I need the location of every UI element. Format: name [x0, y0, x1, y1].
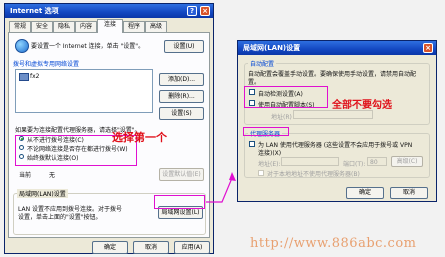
- port-value: 80: [370, 159, 378, 166]
- ok-button[interactable]: 确定: [92, 241, 128, 254]
- settings-button[interactable]: 设置(S): [159, 107, 204, 120]
- setup-button[interactable]: 设置(U): [164, 40, 204, 53]
- lan-settings-dialog: 局域网(LAN)设置 × 自动配置 自动配置会覆盖手动设置。要确保使用手动设置，…: [237, 40, 437, 202]
- tab-privacy[interactable]: 隐私: [53, 21, 75, 32]
- dialup-item[interactable]: fx2: [30, 73, 39, 80]
- tab-general[interactable]: 常规: [9, 21, 31, 32]
- help-icon[interactable]: ?: [187, 6, 197, 16]
- auto-config-text-line2: 置。: [248, 79, 261, 86]
- script-address-label: 地址(R): [271, 114, 292, 121]
- lan-ok-button[interactable]: 确定: [346, 187, 384, 199]
- proxy-highlight-box: [243, 127, 289, 136]
- network-connection-icon: [19, 73, 29, 81]
- auto-config-highlight-box: [244, 86, 328, 108]
- dialup-listbox[interactable]: fx2: [15, 69, 153, 113]
- port-input[interactable]: 80: [367, 157, 387, 166]
- lan-group-label: 局域网(LAN)设置: [17, 189, 68, 198]
- dialog-title: Internet 选项: [10, 7, 59, 15]
- setup-text: 要设置一个 Internet 连接，单击 "设置"。: [31, 43, 145, 50]
- proxy-address-label: 地址(E):: [258, 161, 281, 168]
- lan-title-bar: 局域网(LAN)设置 ×: [238, 41, 436, 55]
- cancel-button[interactable]: 取消: [133, 241, 169, 254]
- annotation-uncheck-all: 全部不要勾选: [332, 100, 392, 111]
- bypass-local-checkbox[interactable]: [258, 170, 264, 176]
- current-value: 无: [49, 172, 56, 179]
- current-label: 当前: [19, 172, 32, 179]
- proxy-address-input[interactable]: [281, 157, 339, 166]
- tab-security[interactable]: 安全: [31, 21, 53, 32]
- proxy-group: 代理服务器 为 LAN 使用代理服务器 (这些设置不会应用于拨号或 VPN 连接…: [244, 129, 430, 178]
- bypass-local-label: 对于本地地址不使用代理服务器(B): [267, 171, 360, 178]
- close-icon[interactable]: ×: [200, 6, 210, 16]
- watermark: http://www.886abc.com: [250, 236, 417, 251]
- advanced-button[interactable]: 高级(C): [391, 156, 423, 167]
- add-button[interactable]: 添加(D)...: [159, 73, 204, 86]
- delete-button[interactable]: 删除(R)...: [159, 90, 204, 103]
- script-address-input[interactable]: [293, 110, 373, 119]
- auto-config-label: 自动配置: [248, 59, 277, 68]
- port-label: 端口(T):: [343, 161, 366, 168]
- apply-button[interactable]: 应用(A): [174, 241, 210, 254]
- title-bar: Internet 选项 ? ×: [5, 4, 213, 18]
- tab-content[interactable]: 内容: [75, 21, 97, 32]
- lan-text-line2: 设置，单击上面的"设置"按钮。: [18, 214, 102, 221]
- globe-icon: [15, 39, 29, 53]
- auto-config-text-line1: 自动配置会覆盖手动设置。要确保使用手动设置，请禁用自动配: [248, 71, 417, 78]
- internet-options-dialog: Internet 选项 ? × 常规 安全 隐私 内容 连接 程序 高级 要设置…: [4, 3, 214, 254]
- use-proxy-line2: 连接)(X): [258, 150, 282, 157]
- lan-button-highlight-box: [154, 195, 205, 209]
- tab-connections[interactable]: 连接: [97, 19, 123, 33]
- lan-dialog-title: 局域网(LAN)设置: [243, 44, 301, 52]
- tab-advanced[interactable]: 高级: [145, 21, 167, 32]
- use-proxy-checkbox[interactable]: [249, 141, 255, 147]
- lan-cancel-button[interactable]: 取消: [390, 187, 428, 199]
- close-icon[interactable]: ×: [423, 43, 433, 53]
- annotation-select-first: 选择第一个: [112, 131, 167, 144]
- dialup-group-label: 拨号和虚拟专用网络设置: [13, 61, 80, 68]
- tab-programs[interactable]: 程序: [123, 21, 145, 32]
- set-default-button[interactable]: 设置默认值(E): [159, 168, 204, 181]
